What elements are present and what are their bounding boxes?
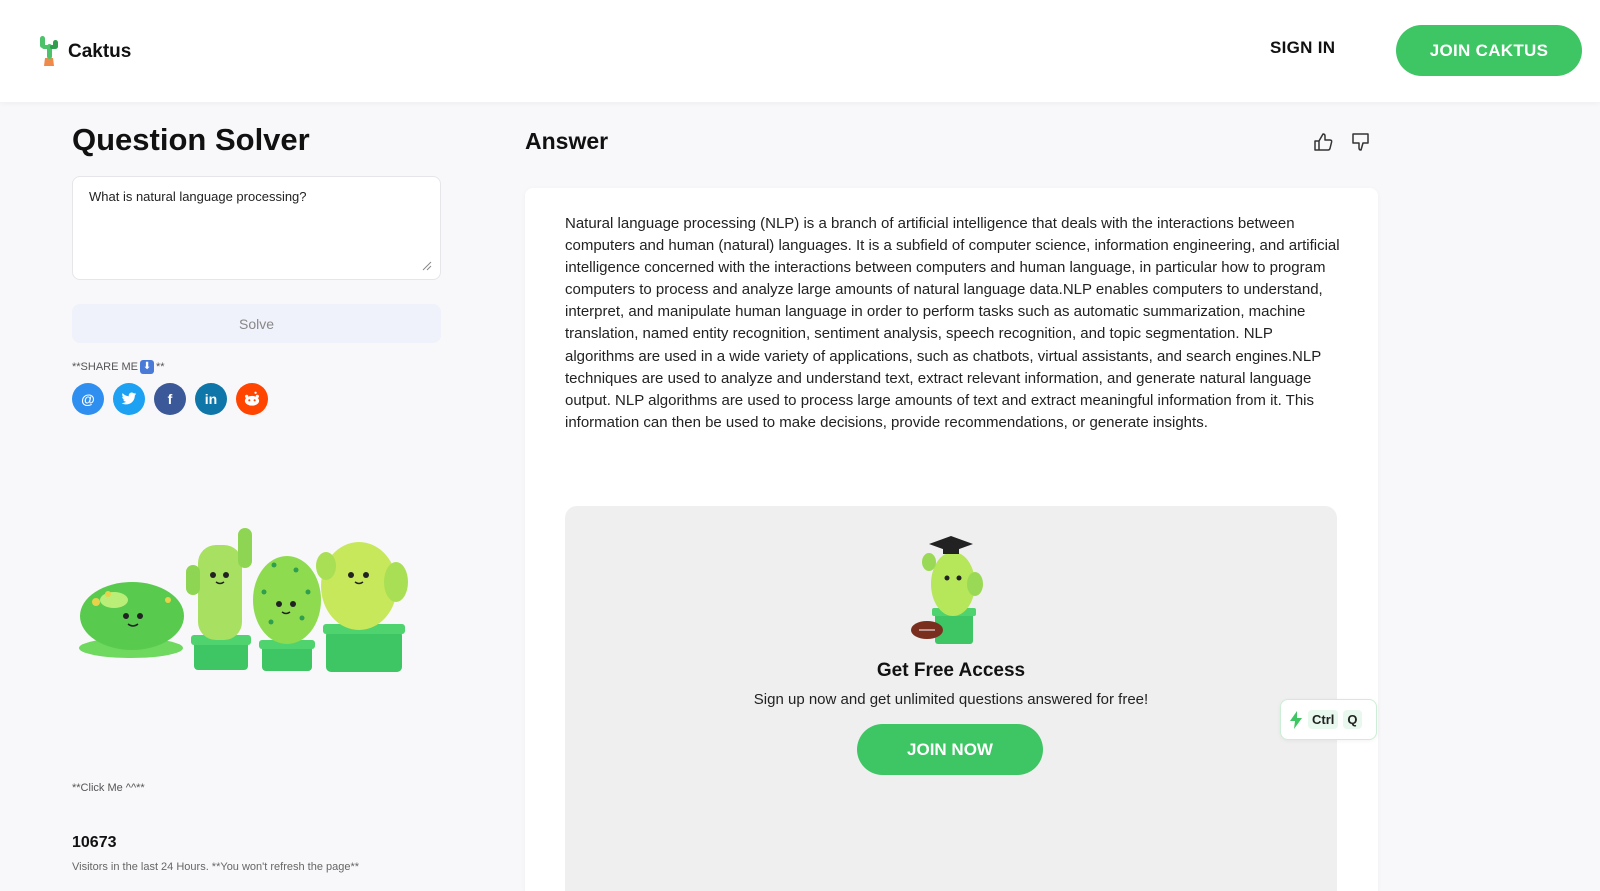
share-label: **SHARE ME ⬇ ** <box>72 360 165 374</box>
join-now-button[interactable]: JOIN NOW <box>857 724 1043 775</box>
page-title: Question Solver <box>72 122 310 157</box>
free-access-subtitle: Sign up now and get unlimited questions … <box>753 691 1149 708</box>
resize-handle-icon[interactable] <box>422 261 432 271</box>
q-key: Q <box>1343 710 1362 729</box>
share-label-prefix: **SHARE ME <box>72 361 139 373</box>
join-caktus-button[interactable]: JOIN CAKTUS <box>1396 25 1582 76</box>
question-text: What is natural language processing? <box>89 189 307 204</box>
graduate-cactus-illustration <box>911 536 983 644</box>
linkedin-icon[interactable]: in <box>195 383 227 415</box>
answer-text: Natural language processing (NLP) is a b… <box>565 215 1340 431</box>
answer-card: Natural language processing (NLP) is a b… <box>525 188 1378 891</box>
brand-name: Caktus <box>68 41 132 62</box>
free-access-title: Get Free Access <box>876 660 1026 681</box>
click-me-label: **Click Me ^^** <box>72 782 145 794</box>
sign-in-link[interactable]: SIGN IN <box>1270 38 1335 58</box>
down-arrow-icon: ⬇ <box>140 360 155 374</box>
cactus-logo-icon <box>40 36 58 66</box>
email-icon[interactable]: @ <box>72 383 104 415</box>
question-input[interactable]: What is natural language processing? <box>72 176 441 280</box>
share-icons: @ f in <box>72 383 268 415</box>
reddit-icon[interactable] <box>236 383 268 415</box>
caktus-logo[interactable]: Caktus <box>34 30 131 70</box>
cactus-family-illustration[interactable] <box>76 520 421 690</box>
visitors-count: 10673 <box>72 834 117 851</box>
thumbs-down-icon[interactable] <box>1350 131 1372 153</box>
solve-button[interactable]: Solve <box>72 304 441 343</box>
lightning-icon <box>1290 710 1302 729</box>
twitter-icon[interactable] <box>113 383 145 415</box>
free-access-panel: Get Free Access Sign up now and get unli… <box>565 506 1337 891</box>
visitors-note: Visitors in the last 24 Hours. **You won… <box>72 861 360 873</box>
top-header: Caktus SIGN IN JOIN CAKTUS <box>0 0 1600 102</box>
thumbs-up-icon[interactable] <box>1312 131 1334 153</box>
facebook-icon[interactable]: f <box>154 383 186 415</box>
keyboard-shortcut-button[interactable]: Ctrl Q <box>1280 699 1377 740</box>
ctrl-key: Ctrl <box>1308 710 1339 729</box>
answer-title: Answer <box>525 128 609 154</box>
share-label-suffix: ** <box>156 361 165 373</box>
